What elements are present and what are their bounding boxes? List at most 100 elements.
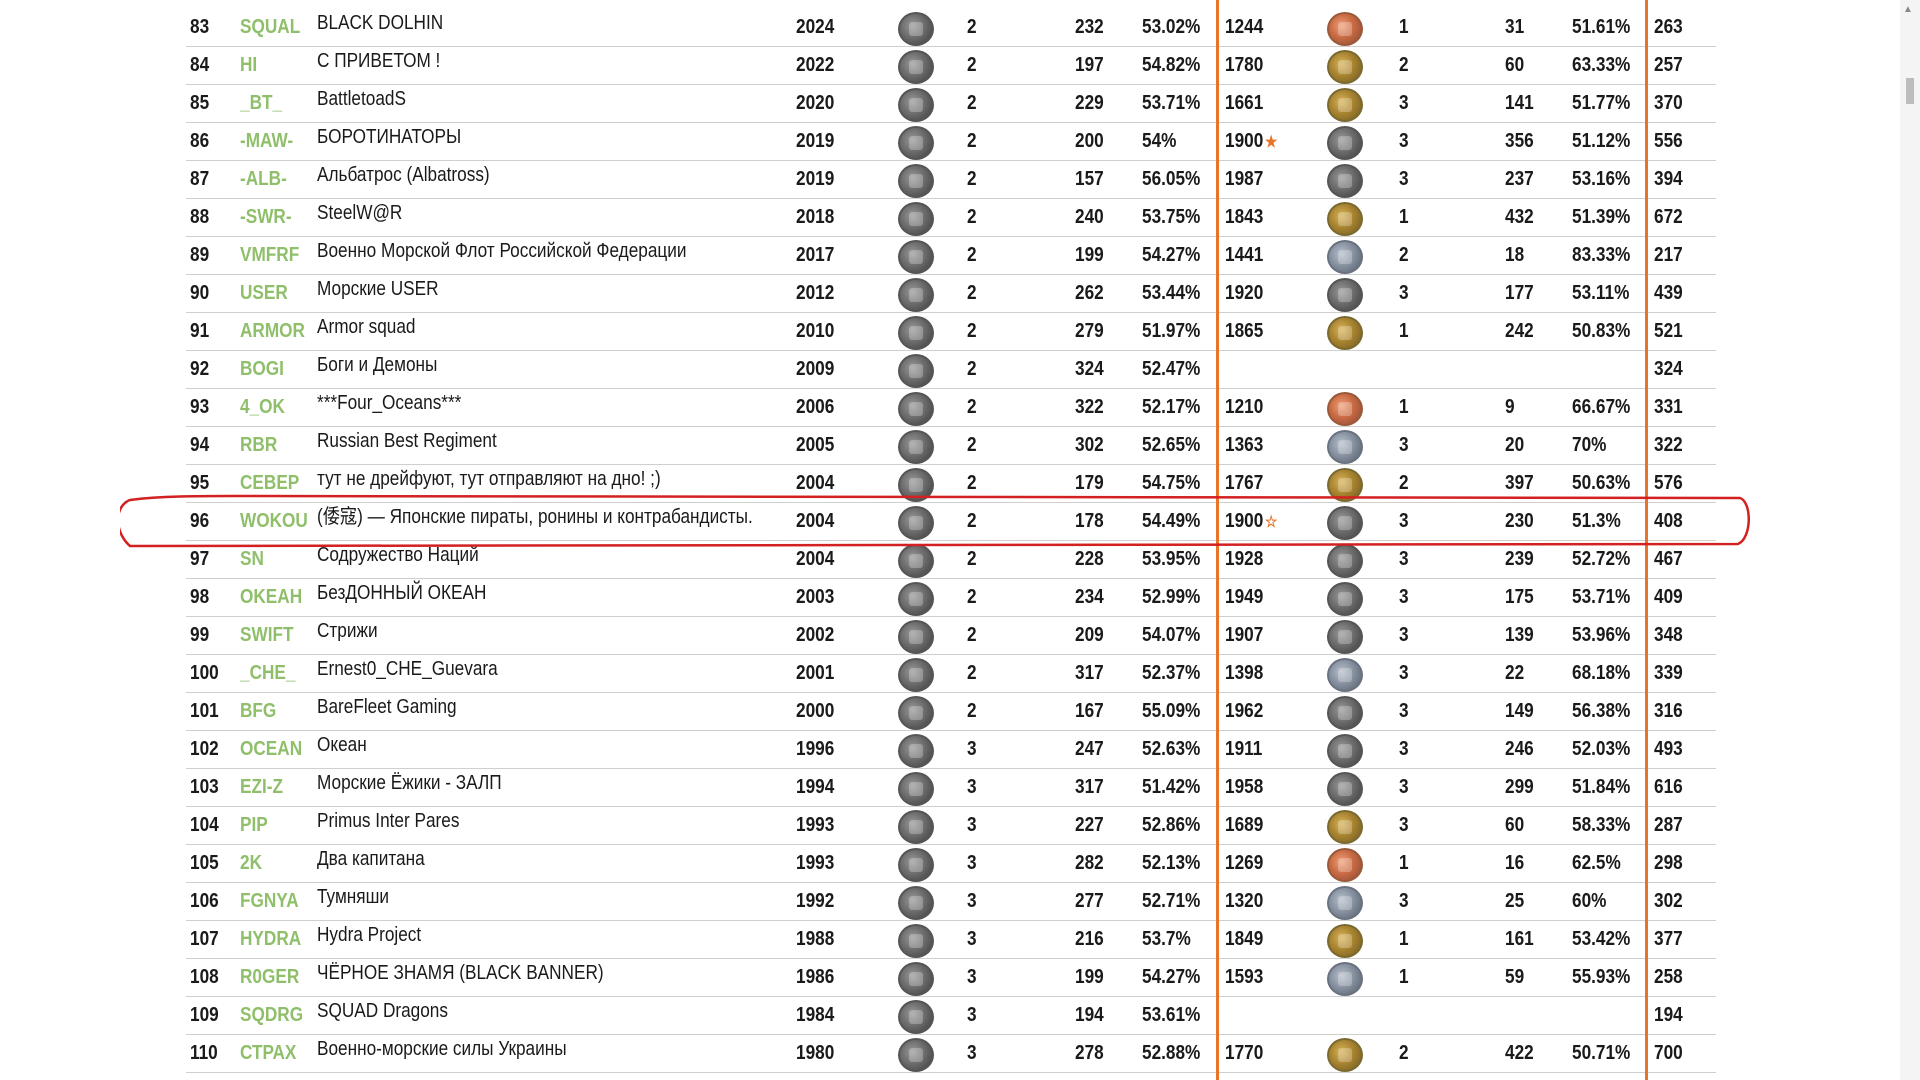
clan-name-cell[interactable]: С ПРИВЕТОМ !: [317, 42, 440, 80]
clan-tag-cell[interactable]: HYDRA: [240, 920, 301, 958]
clan-name-cell[interactable]: SQUAD Dragons: [317, 992, 448, 1030]
clan-tag-cell[interactable]: WOKOU: [240, 502, 308, 540]
winrate-cell: 53.95%: [1142, 548, 1201, 570]
rank-cell: 94: [190, 434, 210, 456]
clan-name-cell[interactable]: Океан: [317, 726, 367, 764]
rank-cell: 97: [190, 548, 210, 570]
winrate-cell: 54.82%: [1142, 54, 1201, 76]
tier2-cell: 3: [1399, 814, 1409, 836]
total-cell: 287: [1654, 814, 1683, 836]
total-cell: 302: [1654, 890, 1683, 912]
clan-tag-cell[interactable]: FGNYA: [240, 882, 299, 920]
winrate-cell: 51.42%: [1142, 776, 1201, 798]
clan-tag-cell[interactable]: BFG: [240, 692, 276, 730]
clan-name-cell[interactable]: ЧЁРНОЕ ЗНАМЯ (BLACK BANNER): [317, 954, 604, 992]
clan-name-cell[interactable]: Морские Ёжики - ЗАЛП: [317, 764, 502, 802]
clan-tag-cell[interactable]: RBR: [240, 426, 277, 464]
winrate-cell: 52.71%: [1142, 890, 1201, 912]
table-row: 84 HI С ПРИВЕТОМ ! 2022 2 197 54.82% 1780 2 60 63.…: [186, 46, 1716, 85]
clan-tag-cell[interactable]: R0GER: [240, 958, 299, 996]
clan-name-cell[interactable]: Стрижи: [317, 612, 378, 650]
clan-name-cell[interactable]: БОРОТИНАТОРЫ: [317, 118, 461, 156]
clan-name-cell[interactable]: BattletoadS: [317, 80, 406, 118]
clan-tag-cell[interactable]: OKEAH: [240, 578, 302, 616]
scroll-up-arrow-icon[interactable]: ▲: [1903, 4, 1913, 15]
medal-icon: [898, 924, 934, 958]
clan-name-cell[interactable]: Hydra Project: [317, 916, 421, 954]
scrollbar-thumb[interactable]: [1906, 78, 1914, 104]
battles2-cell: 9: [1505, 396, 1515, 418]
clan-name-cell[interactable]: Два капитана: [317, 840, 425, 878]
battles-cell: 178: [1075, 510, 1104, 532]
clan-tag-cell[interactable]: SN: [240, 540, 264, 578]
clan-name-cell[interactable]: Альбатрос (Albatross): [317, 156, 490, 194]
winrate2-cell: 51.3%: [1572, 510, 1621, 532]
clan-year-cell: 1993: [796, 852, 835, 874]
clan-tag-cell[interactable]: 4_OK: [240, 388, 285, 426]
clan-tag-cell[interactable]: -MAW-: [240, 122, 293, 160]
clan-name-cell[interactable]: BLACK DOLHIN: [317, 4, 443, 42]
clan-name-cell[interactable]: БезДОННЫЙ ОКЕАН: [317, 574, 486, 612]
clan-tag-cell[interactable]: -ALB-: [240, 160, 287, 198]
clan-tag-cell[interactable]: ARMOR: [240, 312, 305, 350]
clan-tag-cell[interactable]: _CHE_: [240, 654, 295, 692]
tier2-cell: 3: [1399, 548, 1409, 570]
medal-icon: [898, 164, 934, 198]
total-cell: 377: [1654, 928, 1683, 950]
clan-name-cell[interactable]: Военно-морские силы Украины: [317, 1030, 567, 1068]
clan-year-cell: 2003: [796, 586, 835, 608]
clan-name-cell[interactable]: Тумняши: [317, 878, 389, 916]
clan-tag-cell[interactable]: СТРАХ: [240, 1034, 296, 1072]
clan-tag-cell[interactable]: USER: [240, 274, 288, 312]
clan-name-cell[interactable]: Ernest0_CHE_Guevara: [317, 650, 498, 688]
rank-cell: 109: [190, 1004, 219, 1026]
clan-tag-cell[interactable]: BOGI: [240, 350, 284, 388]
clan-name-cell[interactable]: Armor squad: [317, 308, 415, 346]
tier-cell: 2: [967, 548, 977, 570]
clan-name-cell[interactable]: SteelW@R: [317, 194, 402, 232]
clan-tag-cell[interactable]: SQUAL: [240, 8, 300, 46]
clan-tag-cell[interactable]: SQDRG: [240, 996, 303, 1034]
clan-tag-cell[interactable]: SWIFT: [240, 616, 294, 654]
clan-name-cell[interactable]: ***Four_Oceans***: [317, 384, 461, 422]
clan-name-cell[interactable]: (倭寇) — Японские пираты, ронины и контраб…: [317, 498, 753, 536]
clan-tag-cell[interactable]: PIP: [240, 806, 268, 844]
clan-tag-cell[interactable]: 2K: [240, 844, 262, 882]
clan-tag-cell[interactable]: VMFRF: [240, 236, 299, 274]
medal-icon: [898, 1000, 934, 1034]
total-cell: 258: [1654, 966, 1683, 988]
tier-cell: 2: [967, 510, 977, 532]
tier2-cell: 3: [1399, 662, 1409, 684]
tier-cell: 3: [967, 776, 977, 798]
tier2-cell: 3: [1399, 92, 1409, 114]
clan-tag-cell[interactable]: EZI-Z: [240, 768, 283, 806]
battles2-cell: 239: [1505, 548, 1534, 570]
battles-cell: 199: [1075, 966, 1104, 988]
table-row: 105 2K Два капитана 1993 3 282 52.13% 1269 1 16 62…: [186, 844, 1716, 883]
total-cell: 394: [1654, 168, 1683, 190]
clan-tag-cell[interactable]: OCEAN: [240, 730, 302, 768]
clan-year-cell: 1988: [796, 928, 835, 950]
clan-name-cell[interactable]: Russian Best Regiment: [317, 422, 497, 460]
battles-cell: 209: [1075, 624, 1104, 646]
medal-icon: [1327, 392, 1363, 426]
clan-tag-cell[interactable]: -SWR-: [240, 198, 292, 236]
clan-name-cell[interactable]: BareFleet Gaming: [317, 688, 457, 726]
clan-tag-cell[interactable]: СЕВЕР: [240, 464, 299, 502]
medal-icon: [898, 278, 934, 312]
clan-tag-cell[interactable]: HI: [240, 46, 257, 84]
clan-name-cell[interactable]: Боги и Демоны: [317, 346, 437, 384]
rating-cell: 1780: [1225, 54, 1264, 76]
winrate-cell: 55.09%: [1142, 700, 1201, 722]
clan-name-cell[interactable]: Primus Inter Pares: [317, 802, 459, 840]
clan-name-cell[interactable]: Содружество Наций: [317, 536, 479, 574]
winrate-cell: 54.07%: [1142, 624, 1201, 646]
medal-icon: [1327, 924, 1363, 958]
clan-name-cell[interactable]: Морские USER: [317, 270, 439, 308]
clan-tag-cell[interactable]: _BT_: [240, 84, 282, 122]
clan-name-cell[interactable]: тут не дрейфуют, тут отправляют на дно! …: [317, 460, 661, 498]
rank-cell: 87: [190, 168, 210, 190]
clan-year-cell: 2004: [796, 472, 835, 494]
clan-name-cell[interactable]: Военно Морской Флот Российской Федерации: [317, 232, 686, 270]
scrollbar[interactable]: [1900, 0, 1920, 1080]
